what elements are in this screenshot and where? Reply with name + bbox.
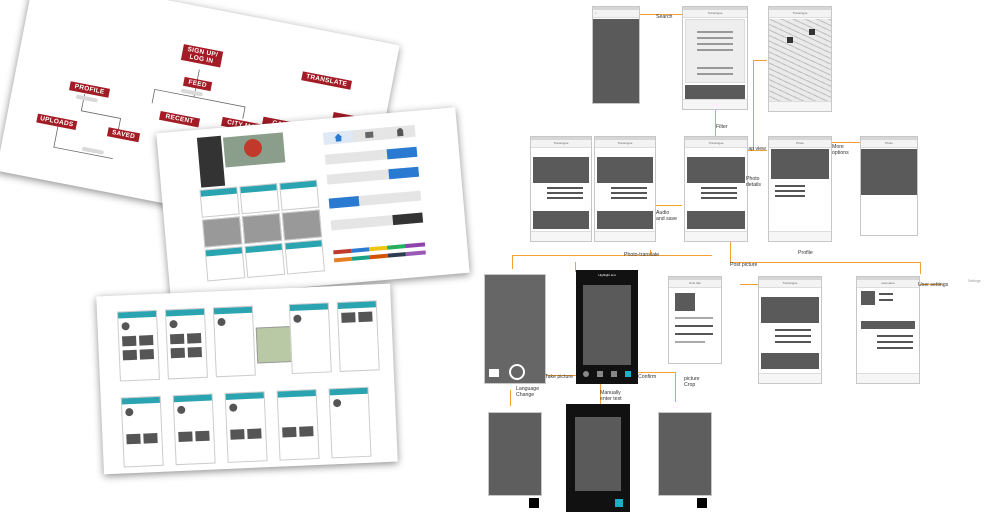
label-photo-translate: Photo-translate <box>624 252 660 258</box>
search-icon[interactable]: ⌕ <box>595 10 597 17</box>
screens-grid <box>199 179 327 285</box>
camera-icon <box>365 131 374 139</box>
screen-title: Transingue <box>531 140 591 148</box>
label-more-options: More options <box>832 144 849 156</box>
style-guide-card <box>156 107 470 299</box>
check-icon[interactable] <box>529 498 539 508</box>
map-screen: Transingue <box>768 6 832 112</box>
language-screen <box>488 412 542 496</box>
hifi-screens-card <box>96 283 398 475</box>
label-photo-details: Photo details <box>746 176 761 188</box>
city-map <box>769 19 831 101</box>
label-settings: Settings <box>968 279 981 283</box>
screen-title: Highlight text <box>598 273 616 277</box>
more-options-screen: Photo <box>860 136 918 236</box>
connector <box>512 255 513 269</box>
connector <box>715 108 716 136</box>
post-screen: Post title <box>668 276 722 364</box>
label-language-change: Language Change <box>516 386 540 398</box>
tabbar-style-4 <box>328 190 422 209</box>
screen-title: Post title <box>669 280 721 288</box>
label-filter: Filter <box>716 124 728 130</box>
profile-screen: username <box>856 276 920 384</box>
screen-title: Transingue <box>683 10 747 18</box>
label-post-picture: Post picture <box>730 262 758 268</box>
connector <box>675 372 676 402</box>
hifi-grid-bottom <box>120 386 384 468</box>
feed-screen-1: Transingue <box>530 136 592 242</box>
hifi-grid-top <box>116 300 380 382</box>
photo-detail-screen: Photo <box>768 136 832 242</box>
highlight-screen: Highlight text <box>576 270 638 384</box>
label-audio-save: Audio and save <box>656 210 678 222</box>
camera-screen <box>484 274 546 384</box>
label-user-settings: User settings <box>918 282 949 288</box>
connector <box>830 142 860 143</box>
filter-screen: Transingue <box>682 6 748 110</box>
connector <box>920 262 921 274</box>
screen-title: Photo <box>769 140 831 148</box>
check-icon[interactable] <box>697 498 707 508</box>
screen-title: username <box>857 280 919 288</box>
label-manually-enter: Manually enter text <box>600 390 622 402</box>
tabbar-style-3 <box>326 166 420 185</box>
label-take-picture: Take picture <box>545 374 573 380</box>
connector <box>753 60 754 150</box>
gallery-icon[interactable] <box>489 369 499 377</box>
tabbar-style-1 <box>322 124 416 145</box>
feed-screen-2: Transingue <box>594 136 656 242</box>
connector <box>740 284 758 285</box>
connector <box>512 255 712 256</box>
map-pin-icon[interactable] <box>809 29 815 35</box>
nav-drawer-screen <box>196 135 226 188</box>
screen-title: Transingue <box>685 140 747 148</box>
feed-screen-main: Transingue <box>684 136 748 242</box>
post-result-screen: Transingue <box>758 276 822 384</box>
crop-screen <box>658 412 712 496</box>
user-icon <box>396 127 404 137</box>
manual-text-screen <box>566 404 630 512</box>
tabbar-style-2 <box>324 146 418 165</box>
confirm-check-icon[interactable] <box>615 499 623 507</box>
connector <box>753 60 767 61</box>
connector <box>730 262 920 263</box>
screen-title: Transingue <box>759 280 821 288</box>
search-screen: ⌕ <box>592 6 640 104</box>
avatar <box>861 291 875 305</box>
tabbar-style-5 <box>330 212 424 231</box>
screen-title: Transingue <box>595 140 655 148</box>
map-pin-icon[interactable] <box>787 37 793 43</box>
label-search: Search <box>656 14 673 20</box>
shutter-button[interactable] <box>509 364 525 380</box>
toolbar-icons[interactable] <box>577 371 637 379</box>
connector <box>635 372 675 373</box>
color-swatches <box>333 242 426 268</box>
screen-title: Photo <box>861 140 917 148</box>
connector <box>652 205 682 206</box>
label-picture-crop: picture Crop <box>684 376 700 388</box>
label-confirm: Confirm <box>638 374 657 380</box>
connector <box>730 240 731 262</box>
screen-title: Transingue <box>769 10 831 18</box>
connector <box>510 390 511 406</box>
label-profile: Profile <box>798 250 813 256</box>
